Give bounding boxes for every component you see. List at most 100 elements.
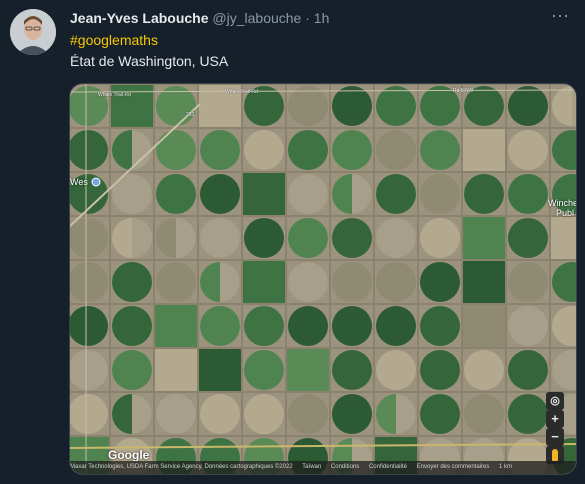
- square-field: [463, 129, 505, 171]
- pivot-circle-field: [244, 130, 284, 170]
- pivot-circle-field: [112, 262, 152, 302]
- author-name[interactable]: Jean-Yves Labouche: [70, 10, 209, 26]
- square-field: [463, 305, 505, 347]
- pivot-circle-field: [420, 394, 460, 434]
- zoom-in-button[interactable]: +: [546, 410, 564, 428]
- pivot-circle-field: [464, 174, 504, 214]
- map-attribution: Maxar Technologies, USDA Farm Service Ag…: [70, 461, 576, 474]
- locate-button[interactable]: ◎: [546, 392, 564, 410]
- pivot-circle-field: [508, 394, 548, 434]
- satellite-map[interactable]: [70, 84, 576, 474]
- link-feedback[interactable]: Envoyer des commentaires: [417, 464, 490, 470]
- pivot-circle-field: [376, 350, 416, 390]
- pivot-circle-field: [156, 174, 196, 214]
- pivot-circle-field: [332, 350, 372, 390]
- pivot-circle-field: [288, 218, 328, 258]
- pivot-circle-field: [332, 262, 372, 302]
- square-field: [551, 217, 576, 259]
- place-label-public: Publ: [556, 208, 575, 218]
- pivot-circle-field: [376, 262, 416, 302]
- pivot-circle-field: [200, 174, 240, 214]
- pivot-circle-field: [332, 306, 372, 346]
- tweet-time[interactable]: 1h: [314, 10, 330, 26]
- pivot-circle-field: [244, 218, 284, 258]
- link-privacy[interactable]: Confidentialité: [369, 464, 407, 470]
- pivot-circle-field: [420, 306, 460, 346]
- half-harvested-field: [572, 86, 576, 126]
- square-field: [243, 173, 285, 215]
- road-label: Whale Trail Rd: [225, 89, 258, 95]
- google-logo: Google: [108, 448, 150, 462]
- square-field: [287, 349, 329, 391]
- pivot-circle-field: [332, 86, 372, 126]
- more-icon: ···: [551, 5, 569, 25]
- pivot-circle-field: [156, 130, 196, 170]
- pivot-circle-field: [200, 306, 240, 346]
- square-field: [155, 349, 197, 391]
- pivot-circle-field: [420, 350, 460, 390]
- link-taiwan[interactable]: Taïwan: [302, 464, 321, 470]
- zoom-out-button[interactable]: −: [546, 428, 564, 446]
- copyright-text: Maxar Technologies, USDA Farm Service Ag…: [70, 464, 293, 470]
- pivot-circle-field: [420, 262, 460, 302]
- pivot-circle-field: [420, 130, 460, 170]
- map-embed[interactable]: Wes Winche Publ Whale Trail Rd Whale Tra…: [69, 83, 577, 475]
- pivot-circle-field: [288, 262, 328, 302]
- tweet-header: Jean-Yves Labouche @jy_labouche · 1h: [70, 10, 329, 26]
- pivot-circle-field: [112, 350, 152, 390]
- pivot-circle-field: [508, 130, 548, 170]
- pivot-circle-field: [376, 306, 416, 346]
- pivot-circle-field: [244, 306, 284, 346]
- pegman-icon: [552, 449, 558, 461]
- square-field: [199, 349, 241, 391]
- pivot-circle-field: [288, 306, 328, 346]
- square-field: [155, 305, 197, 347]
- road-label: Whale Trail Rd: [98, 92, 131, 98]
- pivot-circle-field: [508, 306, 548, 346]
- half-harvested-field: [572, 350, 576, 390]
- more-options-button[interactable]: ···: [547, 5, 573, 30]
- square-field: [243, 261, 285, 303]
- pivot-circle-field: [464, 394, 504, 434]
- pivot-circle-field: [332, 218, 372, 258]
- pivot-circle-field: [200, 130, 240, 170]
- pivot-circle-field: [508, 262, 548, 302]
- locate-icon: ◎: [550, 395, 560, 407]
- pivot-circle-field: [112, 306, 152, 346]
- road-label: 283: [186, 112, 195, 118]
- pivot-circle-field: [288, 86, 328, 126]
- pivot-circle-field: [156, 262, 196, 302]
- square-field: [463, 261, 505, 303]
- author-avatar[interactable]: [10, 9, 56, 55]
- pivot-circle-field: [244, 350, 284, 390]
- tweet-text: État de Washington, USA: [70, 53, 229, 69]
- link-conditions[interactable]: Conditions: [331, 464, 359, 470]
- square-field: [463, 217, 505, 259]
- pivot-circle-field: [508, 218, 548, 258]
- pivot-circle-field: [376, 218, 416, 258]
- pivot-circle-field: [376, 174, 416, 214]
- location-pin-icon: [91, 177, 101, 187]
- pivot-circle-field: [508, 174, 548, 214]
- pivot-circle-field: [420, 218, 460, 258]
- pivot-circle-field: [288, 394, 328, 434]
- pivot-circle-field: [464, 350, 504, 390]
- author-handle[interactable]: @jy_labouche: [212, 10, 301, 26]
- pivot-circle-field: [288, 174, 328, 214]
- road-label: Rd 5 NW: [453, 88, 474, 94]
- pivot-circle-field: [244, 394, 284, 434]
- place-label-west: Wes: [70, 177, 88, 187]
- pivot-circle-field: [376, 86, 416, 126]
- pivot-circle-field: [332, 130, 372, 170]
- hashtag-link[interactable]: #googlemaths: [70, 32, 158, 48]
- pivot-circle-field: [508, 86, 548, 126]
- pivot-circle-field: [420, 174, 460, 214]
- pivot-circle-field: [200, 218, 240, 258]
- pivot-circle-field: [156, 394, 196, 434]
- half-harvested-field: [572, 394, 576, 434]
- place-label-winchester: Winche: [548, 198, 577, 208]
- scale-label: 1 km: [499, 464, 513, 470]
- pivot-circle-field: [376, 130, 416, 170]
- avatar-photo: [10, 9, 56, 55]
- pivot-circle-field: [200, 394, 240, 434]
